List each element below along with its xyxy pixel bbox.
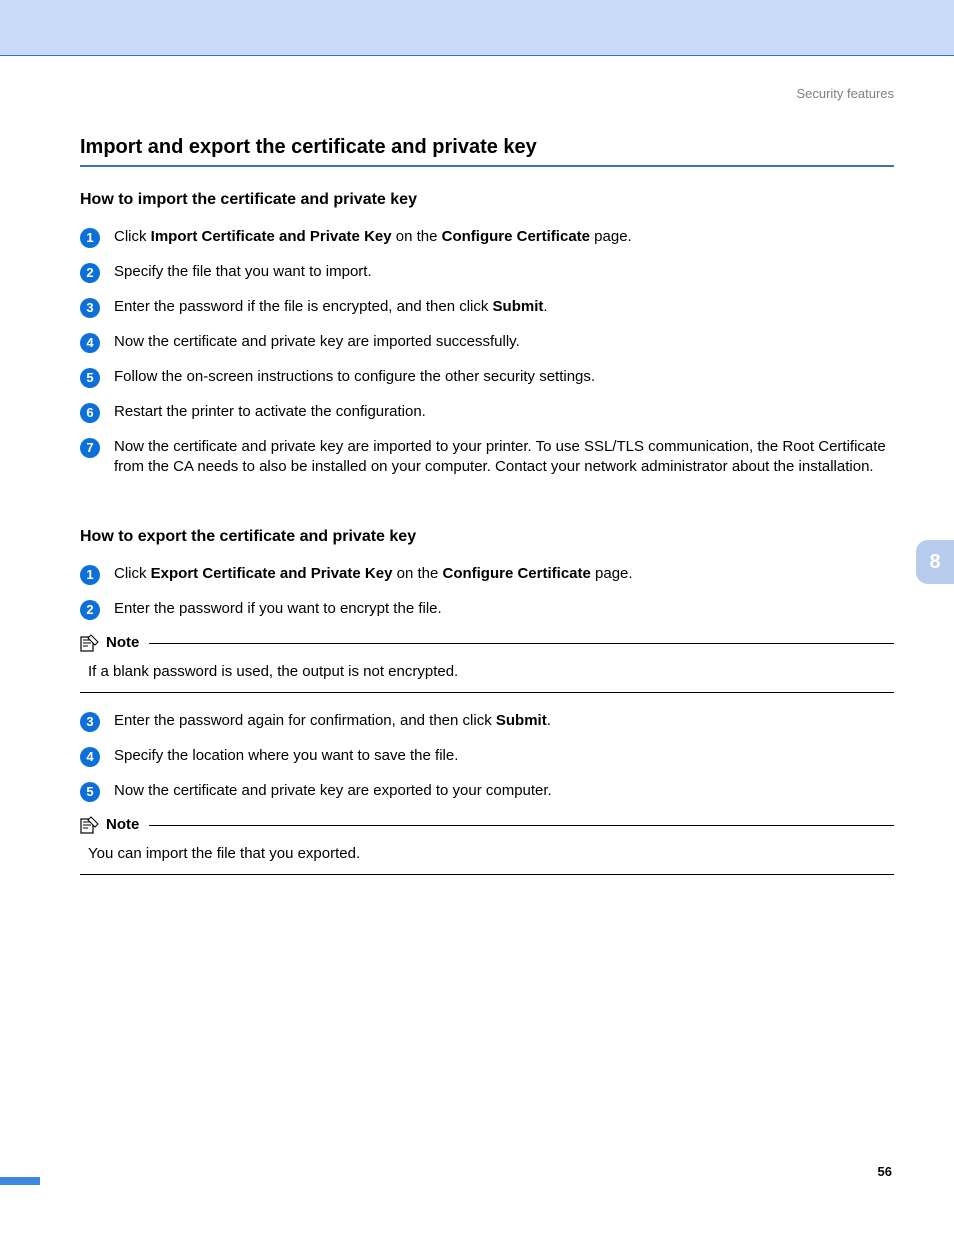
- list-item: 7 Now the certificate and private key ar…: [80, 437, 894, 478]
- list-item: 1 Click Export Certificate and Private K…: [80, 564, 894, 585]
- page-marker: [0, 1177, 40, 1185]
- step-number-icon: 1: [80, 228, 100, 248]
- running-header: Security features: [796, 86, 894, 101]
- step-number-icon: 4: [80, 747, 100, 767]
- content-area: Import and export the certificate and pr…: [80, 136, 894, 893]
- section-import-title: How to import the certificate and privat…: [80, 191, 894, 209]
- list-item: 4 Specify the location where you want to…: [80, 746, 894, 767]
- step-text: Now the certificate and private key are …: [114, 437, 894, 478]
- note-block: Note If a blank password is used, the ou…: [80, 634, 894, 693]
- list-item: 3 Enter the password if the file is encr…: [80, 297, 894, 318]
- step-number-icon: 5: [80, 782, 100, 802]
- list-item: 2 Enter the password if you want to encr…: [80, 599, 894, 620]
- list-item: 4 Now the certificate and private key ar…: [80, 332, 894, 353]
- note-rule: [149, 643, 894, 644]
- note-icon: [80, 634, 100, 652]
- step-number-icon: 6: [80, 403, 100, 423]
- step-text: Now the certificate and private key are …: [114, 781, 894, 801]
- note-bottom-rule: [80, 874, 894, 875]
- list-item: 5 Now the certificate and private key ar…: [80, 781, 894, 802]
- step-text: Specify the location where you want to s…: [114, 746, 894, 766]
- note-body: You can import the file that you exporte…: [88, 844, 894, 864]
- step-number-icon: 3: [80, 298, 100, 318]
- step-number-icon: 2: [80, 263, 100, 283]
- page-number: 56: [878, 1164, 892, 1179]
- page-title: Import and export the certificate and pr…: [80, 136, 894, 167]
- step-text: Restart the printer to activate the conf…: [114, 402, 894, 422]
- export-steps-b: 3 Enter the password again for confirmat…: [80, 711, 894, 802]
- note-bottom-rule: [80, 692, 894, 693]
- step-number-icon: 5: [80, 368, 100, 388]
- export-steps-a: 1 Click Export Certificate and Private K…: [80, 564, 894, 620]
- note-header: Note: [80, 634, 894, 652]
- note-rule: [149, 825, 894, 826]
- step-text: Enter the password if you want to encryp…: [114, 599, 894, 619]
- section-export-title: How to export the certificate and privat…: [80, 528, 894, 546]
- step-number-icon: 1: [80, 565, 100, 585]
- step-text: Click Import Certificate and Private Key…: [114, 227, 894, 247]
- top-band: [0, 0, 954, 56]
- step-text: Follow the on-screen instructions to con…: [114, 367, 894, 387]
- note-icon: [80, 816, 100, 834]
- note-body: If a blank password is used, the output …: [88, 662, 894, 682]
- note-header: Note: [80, 816, 894, 834]
- chapter-tab: 8: [916, 540, 954, 584]
- list-item: 1 Click Import Certificate and Private K…: [80, 227, 894, 248]
- step-text: Click Export Certificate and Private Key…: [114, 564, 894, 584]
- note-label: Note: [106, 634, 139, 651]
- import-steps: 1 Click Import Certificate and Private K…: [80, 227, 894, 478]
- note-label: Note: [106, 816, 139, 833]
- list-item: 3 Enter the password again for confirmat…: [80, 711, 894, 732]
- step-text: Now the certificate and private key are …: [114, 332, 894, 352]
- list-item: 6 Restart the printer to activate the co…: [80, 402, 894, 423]
- note-block: Note You can import the file that you ex…: [80, 816, 894, 875]
- step-text: Enter the password again for confirmatio…: [114, 711, 894, 731]
- step-number-icon: 2: [80, 600, 100, 620]
- step-text: Enter the password if the file is encryp…: [114, 297, 894, 317]
- list-item: 2 Specify the file that you want to impo…: [80, 262, 894, 283]
- list-item: 5 Follow the on-screen instructions to c…: [80, 367, 894, 388]
- step-number-icon: 3: [80, 712, 100, 732]
- step-text: Specify the file that you want to import…: [114, 262, 894, 282]
- page-body: Security features 8 Import and export th…: [0, 56, 954, 1235]
- step-number-icon: 7: [80, 438, 100, 458]
- step-number-icon: 4: [80, 333, 100, 353]
